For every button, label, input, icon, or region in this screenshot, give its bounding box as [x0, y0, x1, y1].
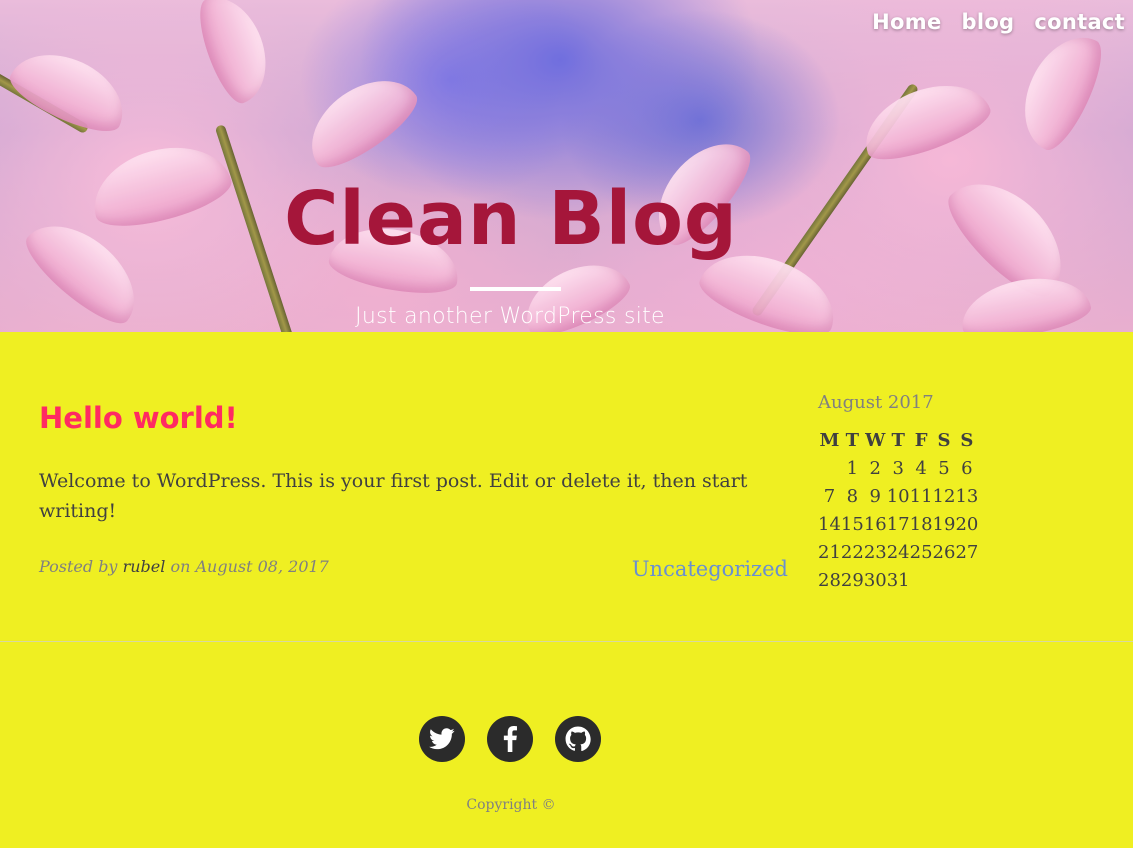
calendar-day: 25 — [909, 541, 933, 563]
weekday-header: F — [914, 429, 928, 451]
calendar-day: 11 — [909, 485, 933, 507]
post-excerpt: Welcome to WordPress. This is your first… — [39, 470, 748, 522]
hero-overlay — [0, 0, 1133, 332]
calendar-week: 21 22 23 24 25 26 27 — [818, 538, 978, 566]
calendar-day: 13 — [955, 485, 979, 507]
calendar-week: 28 29 30 31 — [818, 566, 978, 594]
calendar-day: 6 — [961, 457, 973, 479]
posted-on-label: on — [170, 557, 191, 576]
calendar-day: 26 — [932, 541, 956, 563]
nav-item-blog[interactable]: blog — [961, 10, 1014, 34]
weekday-header: S — [960, 429, 974, 451]
calendar-day: 22 — [840, 541, 864, 563]
calendar-day — [818, 454, 841, 482]
calendar-day: 3 — [892, 457, 904, 479]
post-preview: Hello world! Welcome to WordPress. This … — [39, 398, 789, 526]
calendar-day: 31 — [886, 569, 910, 591]
footer-divider — [0, 641, 1133, 642]
post-title-link[interactable]: Hello world! — [39, 398, 789, 438]
github-button[interactable] — [555, 716, 601, 762]
calendar-day: 15 — [840, 513, 864, 535]
posted-by-label: Posted by — [39, 557, 118, 576]
calendar-week: 14 15 16 17 18 19 20 — [818, 510, 978, 538]
twitter-icon — [429, 728, 455, 750]
weekday-header: T — [891, 429, 905, 451]
calendar-day: 9 — [869, 485, 881, 507]
calendar-day: 17 — [886, 513, 910, 535]
github-icon — [565, 726, 591, 752]
calendar-day: 1 — [846, 457, 859, 479]
title-divider — [470, 287, 561, 291]
nav-item-home[interactable]: Home — [872, 10, 941, 34]
calendar-week: 7 8 9 10 11 12 13 — [818, 482, 979, 510]
calendar-day: 8 — [846, 485, 859, 507]
calendar-day: 14 — [818, 513, 841, 535]
calendar-day: 5 — [938, 457, 950, 479]
calendar-day: 23 — [863, 541, 887, 563]
weekday-header: T — [845, 429, 860, 451]
weekday-header: M — [819, 429, 840, 451]
site-tagline: Just another WordPress site — [355, 304, 665, 329]
calendar-widget: August 2017 M T W T F S S 1 2 3 4 5 6 7 … — [818, 392, 978, 594]
post-meta: Posted by rubel on August 08, 2017 — [39, 557, 329, 576]
calendar-day: 21 — [818, 541, 841, 563]
calendar-day: 19 — [932, 513, 956, 535]
main-nav: Home blog contact — [872, 10, 1125, 34]
weekday-header: W — [865, 429, 886, 451]
calendar-day: 27 — [955, 541, 979, 563]
calendar-day — [955, 566, 978, 594]
calendar-day: 29 — [840, 569, 864, 591]
social-links — [419, 716, 601, 762]
twitter-button[interactable] — [419, 716, 465, 762]
calendar-day: 7 — [823, 485, 836, 507]
post-category-link[interactable]: Uncategorized — [632, 557, 788, 581]
calendar-day: 4 — [915, 457, 927, 479]
calendar-day: 10 — [886, 485, 910, 507]
calendar-day: 18 — [909, 513, 933, 535]
hero-header: Home blog contact Clean Blog Just anothe… — [0, 0, 1133, 332]
calendar-day — [910, 566, 933, 594]
calendar-week: 1 2 3 4 5 6 — [818, 454, 978, 482]
calendar-day — [933, 566, 956, 594]
facebook-button[interactable] — [487, 716, 533, 762]
weekday-header: S — [937, 429, 951, 451]
calendar-day: 24 — [886, 541, 910, 563]
nav-item-contact[interactable]: contact — [1034, 10, 1125, 34]
calendar-caption: August 2017 — [818, 392, 934, 413]
calendar-table: M T W T F S S 1 2 3 4 5 6 7 8 9 10 11 12… — [818, 426, 978, 594]
post-date: August 08, 2017 — [195, 557, 329, 576]
calendar-day: 16 — [863, 513, 887, 535]
calendar-day: 2 — [869, 457, 881, 479]
site-title: Clean Blog — [284, 176, 738, 262]
calendar-day: 12 — [932, 485, 956, 507]
calendar-day: 30 — [863, 569, 887, 591]
copyright-text: Copyright © — [466, 797, 556, 813]
facebook-icon — [503, 726, 517, 752]
post-author-link[interactable]: rubel — [123, 557, 166, 576]
calendar-day: 28 — [818, 569, 841, 591]
calendar-day: 20 — [955, 513, 979, 535]
